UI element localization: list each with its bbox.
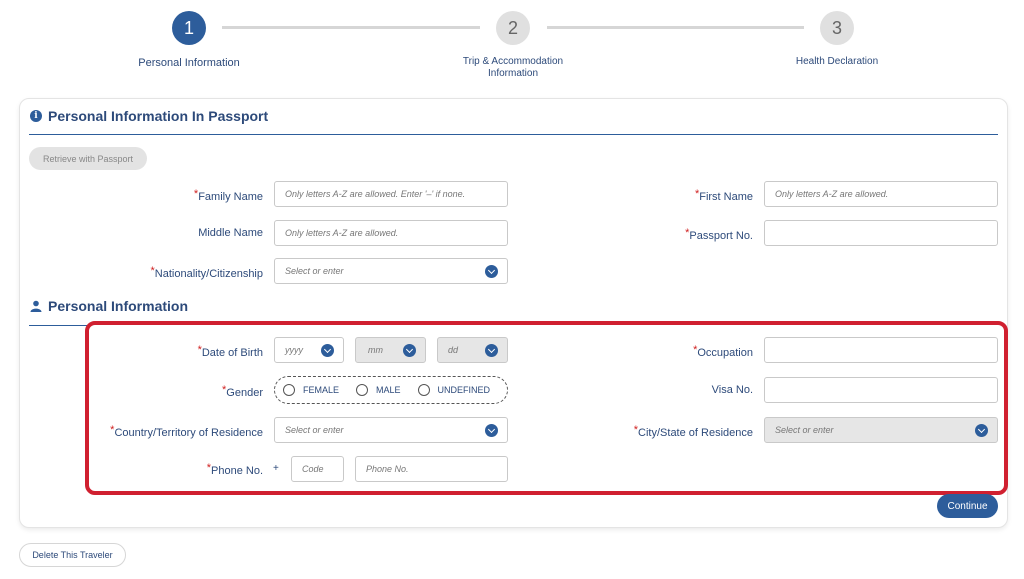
step-3-number: 3 <box>831 17 842 38</box>
step-connector-1 <box>222 26 480 29</box>
personal-section-title-text: Personal Information <box>48 298 189 314</box>
step-1-circle: 1 <box>172 11 206 45</box>
family-name-input[interactable]: Only letters A-Z are allowed. Enter '–' … <box>274 181 508 207</box>
step-1-number: 1 <box>183 17 194 38</box>
personal-section-divider <box>29 325 89 326</box>
step-3-circle: 3 <box>820 11 854 45</box>
person-icon <box>30 300 42 312</box>
nationality-label: *Nationality/Citizenship <box>150 265 264 280</box>
delete-traveler-button[interactable]: Delete This Traveler <box>19 543 126 567</box>
family-name-label-text: Family Name <box>198 191 263 203</box>
step-2-number: 2 <box>507 17 518 38</box>
nationality-label-text: Nationality/Citizenship <box>154 268 263 280</box>
continue-button[interactable]: Continue <box>937 494 998 518</box>
highlight-box <box>85 321 1008 495</box>
nationality-select[interactable]: Select or enter <box>274 258 508 284</box>
retrieve-passport-button[interactable]: Retrieve with Passport <box>29 147 147 170</box>
first-name-input[interactable]: Only letters A-Z are allowed. <box>764 181 998 207</box>
passport-section-title-text: Personal Information In Passport <box>48 108 269 124</box>
step-2-label: Trip & Accommodation Information <box>462 56 564 79</box>
passport-no-input[interactable] <box>764 220 998 246</box>
family-name-label: *Family Name <box>193 188 263 203</box>
step-1-label: Personal Information <box>138 57 240 69</box>
step-3-label: Health Declaration <box>795 56 879 67</box>
middle-name-label: Middle Name <box>198 227 263 239</box>
info-icon: i <box>30 110 42 122</box>
middle-name-input[interactable]: Only letters A-Z are allowed. <box>274 220 508 246</box>
chevron-down-icon <box>485 265 498 278</box>
passport-no-label: *Passport No. <box>685 227 753 242</box>
nationality-placeholder: Select or enter <box>285 266 344 276</box>
step-2-circle: 2 <box>496 11 530 45</box>
personal-section-title: Personal Information <box>30 298 188 314</box>
passport-section-title: i Personal Information In Passport <box>30 108 268 124</box>
passport-no-label-text: Passport No. <box>689 230 753 242</box>
first-name-label: *First Name <box>694 188 753 203</box>
passport-section-divider <box>29 134 998 135</box>
step-connector-2 <box>547 26 804 29</box>
first-name-label-text: First Name <box>699 191 753 203</box>
